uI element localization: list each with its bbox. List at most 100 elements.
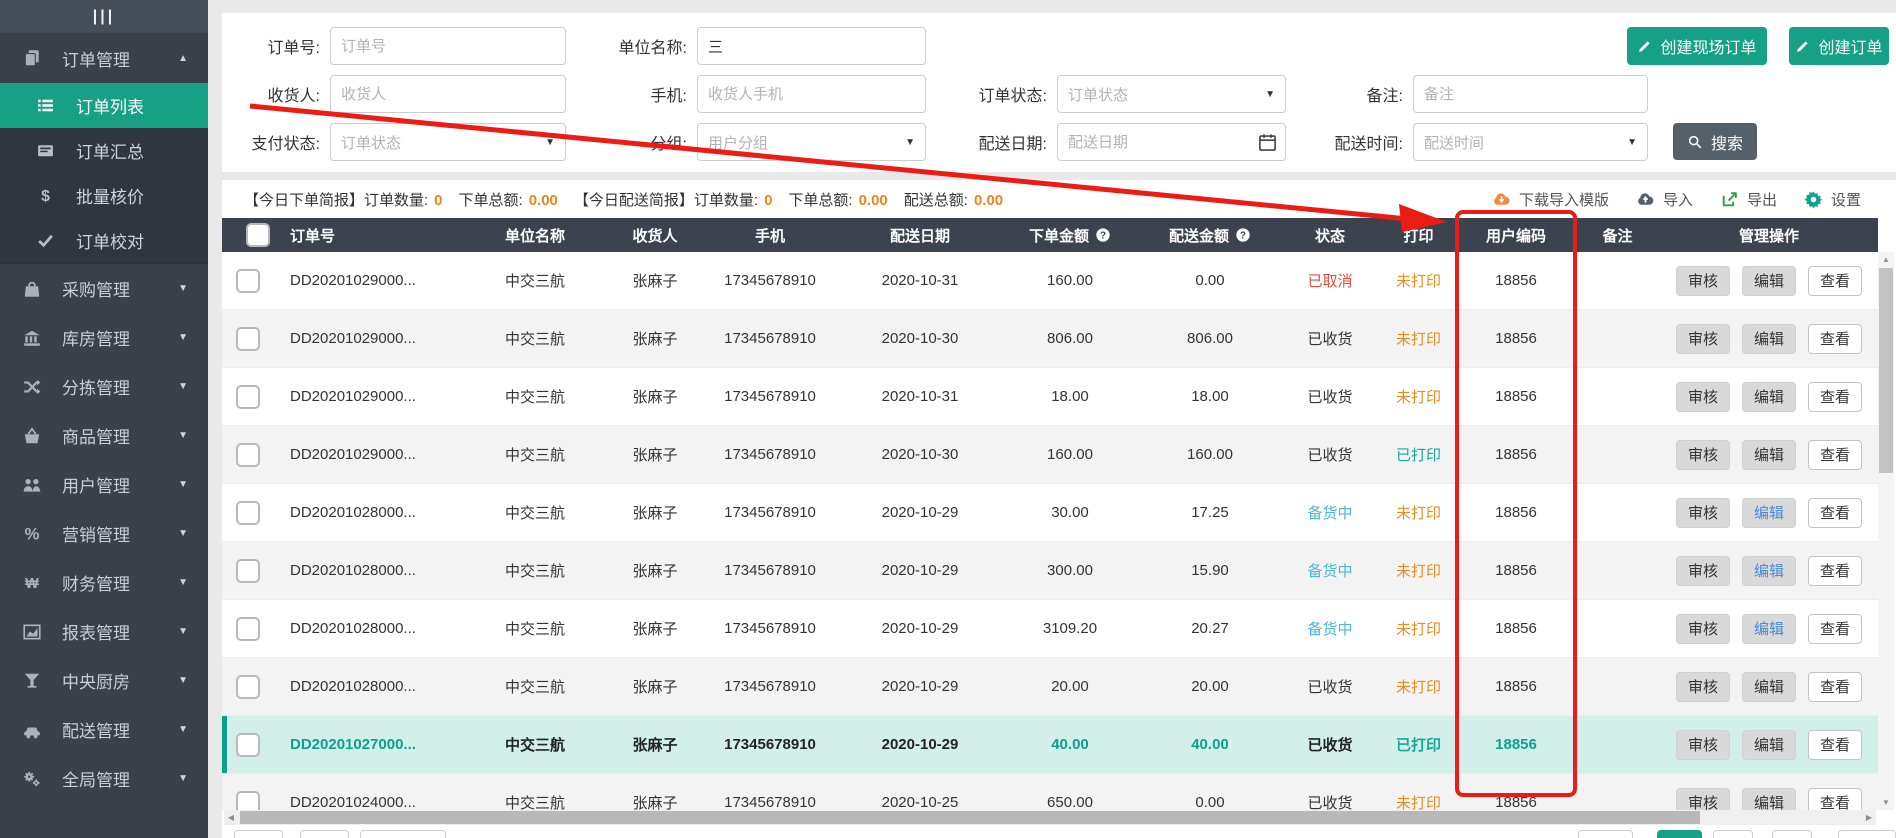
create-onsite-order-button[interactable]: 创建现场订单 — [1627, 27, 1767, 65]
create-order-button[interactable]: 创建订单 — [1789, 27, 1889, 65]
vertical-scrollbar[interactable]: ▲ ▼ — [1878, 252, 1894, 810]
audit-button[interactable]: 审核 — [1676, 672, 1730, 702]
search-button[interactable]: 搜索 — [1673, 123, 1757, 160]
audit-button[interactable]: 审核 — [1676, 498, 1730, 528]
audit-button[interactable]: 审核 — [1676, 730, 1730, 760]
edit-button[interactable]: 编辑 — [1742, 614, 1796, 644]
export-button[interactable]: 导出 — [1719, 189, 1777, 210]
sidebar-item-order-check[interactable]: 订单校对 — [0, 218, 208, 263]
row-checkbox[interactable] — [236, 733, 260, 757]
audit-button[interactable]: 审核 — [1676, 382, 1730, 412]
sidebar-group-reports[interactable]: 报表管理▼ — [0, 607, 208, 656]
scroll-left-icon[interactable]: ◀ — [224, 810, 238, 825]
edit-button[interactable]: 编辑 — [1742, 498, 1796, 528]
row-checkbox[interactable] — [236, 675, 260, 699]
table-row[interactable]: DD20201029000...中交三航张麻子173456789102020-1… — [222, 368, 1878, 426]
view-button[interactable]: 查看 — [1808, 730, 1862, 760]
phone-input[interactable] — [697, 75, 926, 113]
row-checkbox[interactable] — [236, 443, 260, 467]
pagination-button-right-1[interactable] — [1657, 830, 1702, 838]
sidebar-group-sorting[interactable]: 分拣管理▼ — [0, 362, 208, 411]
sidebar-group-users[interactable]: 用户管理▼ — [0, 460, 208, 509]
pagination-button-left-0[interactable] — [234, 830, 283, 838]
vertical-scroll-thumb[interactable] — [1879, 268, 1893, 473]
sidebar-group-order[interactable]: 订单管理▲ — [0, 33, 208, 83]
pagination-button-left-2[interactable] — [360, 830, 446, 838]
view-button[interactable]: 查看 — [1808, 324, 1862, 354]
audit-button[interactable]: 审核 — [1676, 614, 1730, 644]
horizontal-scroll-thumb[interactable] — [240, 811, 1700, 824]
pagination-button-right-3[interactable] — [1772, 830, 1812, 838]
view-button[interactable]: 查看 — [1808, 614, 1862, 644]
sidebar-group-goods[interactable]: 商品管理▼ — [0, 411, 208, 460]
table-row[interactable]: DD20201029000...中交三航张麻子173456789102020-1… — [222, 310, 1878, 368]
unit_name-input[interactable] — [697, 27, 926, 65]
audit-button[interactable]: 审核 — [1676, 440, 1730, 470]
audit-button[interactable]: 审核 — [1676, 556, 1730, 586]
audit-button[interactable]: 审核 — [1676, 324, 1730, 354]
receiver-field[interactable] — [331, 76, 565, 112]
scroll-up-icon[interactable]: ▲ — [1878, 252, 1894, 267]
table-row[interactable]: DD20201024000...中交三航张麻子173456789102020-1… — [222, 774, 1878, 810]
horizontal-scrollbar[interactable]: ◀ ▶ — [224, 810, 1876, 825]
table-row[interactable]: DD20201029000...中交三航张麻子173456789102020-1… — [222, 426, 1878, 484]
pagination-button-right-4[interactable] — [1838, 830, 1896, 838]
edit-button[interactable]: 编辑 — [1742, 382, 1796, 412]
table-row[interactable]: DD20201028000...中交三航张麻子173456789102020-1… — [222, 542, 1878, 600]
view-button[interactable]: 查看 — [1808, 556, 1862, 586]
view-button[interactable]: 查看 — [1808, 266, 1862, 296]
remark-field[interactable] — [1414, 76, 1647, 112]
row-checkbox[interactable] — [236, 791, 260, 811]
row-checkbox[interactable] — [236, 269, 260, 293]
sidebar-group-central-kitchen[interactable]: 中央厨房▼ — [0, 656, 208, 705]
view-button[interactable]: 查看 — [1808, 382, 1862, 412]
download-template-button[interactable]: 下载导入模版 — [1491, 189, 1609, 210]
order_no-field[interactable] — [331, 28, 565, 64]
edit-button[interactable]: 编辑 — [1742, 266, 1796, 296]
import-button[interactable]: 导入 — [1635, 189, 1693, 210]
edit-button[interactable]: 编辑 — [1742, 556, 1796, 586]
sidebar-group-warehouse[interactable]: 库房管理▼ — [0, 313, 208, 362]
unit_name-field[interactable] — [698, 28, 925, 64]
remark-input[interactable] — [1413, 75, 1648, 113]
audit-button[interactable]: 审核 — [1676, 788, 1730, 811]
delivery_date-field[interactable] — [1058, 124, 1285, 160]
settings-button[interactable]: 设置 — [1803, 189, 1861, 210]
table-row[interactable]: DD20201029000...中交三航张麻子173456789102020-1… — [222, 252, 1878, 310]
view-button[interactable]: 查看 — [1808, 672, 1862, 702]
sidebar-item-order-summary[interactable]: 订单汇总 — [0, 128, 208, 173]
edit-button[interactable]: 编辑 — [1742, 440, 1796, 470]
group-select[interactable]: 用户分组▼ — [697, 123, 926, 161]
order_no-input[interactable] — [330, 27, 566, 65]
receiver-input[interactable] — [330, 75, 566, 113]
view-button[interactable]: 查看 — [1808, 498, 1862, 528]
pay_status-select[interactable]: 订单状态▼ — [330, 123, 566, 161]
row-checkbox[interactable] — [236, 327, 260, 351]
table-row[interactable]: DD20201027000...中交三航张麻子173456789102020-1… — [222, 716, 1878, 774]
sidebar-group-purchase[interactable]: 采购管理▼ — [0, 264, 208, 313]
sidebar-item-batch-pricing[interactable]: $批量核价 — [0, 173, 208, 218]
row-checkbox[interactable] — [236, 385, 260, 409]
pagination-button-right-0[interactable] — [1578, 830, 1633, 838]
edit-button[interactable]: 编辑 — [1742, 672, 1796, 702]
order_status-select[interactable]: 订单状态▼ — [1057, 75, 1286, 113]
edit-button[interactable]: 编辑 — [1742, 788, 1796, 811]
table-row[interactable]: DD20201028000...中交三航张麻子173456789102020-1… — [222, 484, 1878, 542]
row-checkbox[interactable] — [236, 559, 260, 583]
edit-button[interactable]: 编辑 — [1742, 324, 1796, 354]
edit-button[interactable]: 编辑 — [1742, 730, 1796, 760]
sidebar-group-finance[interactable]: ₩财务管理▼ — [0, 558, 208, 607]
scroll-right-icon[interactable]: ▶ — [1862, 810, 1876, 825]
view-button[interactable]: 查看 — [1808, 440, 1862, 470]
table-row[interactable]: DD20201028000...中交三航张麻子173456789102020-1… — [222, 658, 1878, 716]
phone-field[interactable] — [698, 76, 925, 112]
sidebar-item-order-list[interactable]: 订单列表 — [0, 83, 208, 128]
view-button[interactable]: 查看 — [1808, 788, 1862, 811]
sidebar-group-global[interactable]: 全局管理▼ — [0, 754, 208, 803]
row-checkbox[interactable] — [236, 501, 260, 525]
audit-button[interactable]: 审核 — [1676, 266, 1730, 296]
sidebar-group-delivery[interactable]: 配送管理▼ — [0, 705, 208, 754]
scroll-down-icon[interactable]: ▼ — [1878, 795, 1894, 810]
pagination-button-left-1[interactable] — [300, 830, 349, 838]
sidebar-collapse-button[interactable]: ||| — [0, 0, 208, 33]
